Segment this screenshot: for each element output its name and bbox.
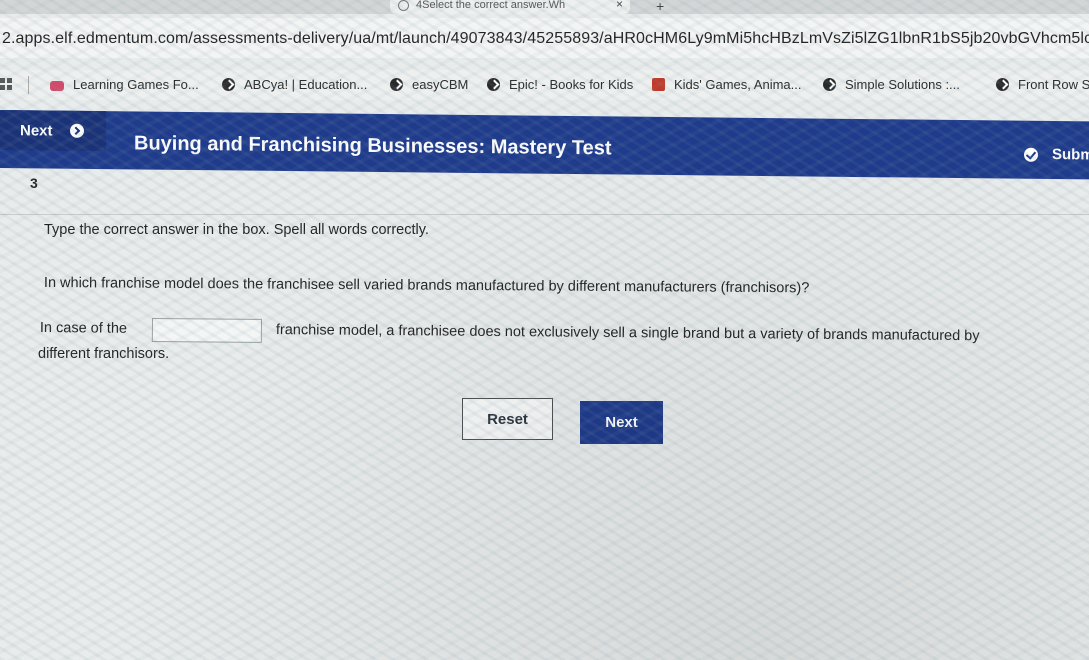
question-number-bar: 3 <box>0 168 1089 215</box>
answer-text-before: In case of the <box>39 320 128 337</box>
bookmark-easycbm[interactable]: easyCBM <box>390 75 468 95</box>
answer-input[interactable] <box>151 317 263 343</box>
bookmark-label: Epic! - Books for Kids <box>509 77 634 92</box>
check-circle-icon <box>1024 147 1038 162</box>
new-tab-icon[interactable]: + <box>656 0 664 14</box>
browser-tab[interactable]: 4Select the correct answer.Wh × <box>390 0 630 14</box>
bookmark-label: Simple Solutions :... <box>845 77 960 92</box>
header-next-label: Next <box>20 122 53 140</box>
bookmark-icon <box>652 78 665 91</box>
game-icon <box>50 81 64 91</box>
arrow-right-icon <box>70 123 84 138</box>
globe-icon <box>996 78 1009 91</box>
bookmark-kids-games[interactable]: Kids' Games, Anima... <box>652 75 801 95</box>
apps-grid-icon[interactable] <box>0 78 14 92</box>
globe-icon <box>823 78 836 91</box>
answer-text-continued: different franchisors. <box>38 346 170 362</box>
close-tab-icon[interactable]: × <box>616 0 623 10</box>
bookmark-label: ABCya! | Education... <box>244 77 368 92</box>
header-next-button[interactable]: Next <box>0 110 106 152</box>
browser-tab-strip: 4Select the correct answer.Wh × + <box>0 0 1089 14</box>
page-title: Buying and Franchising Businesses: Maste… <box>134 132 612 160</box>
bookmark-simple-solutions[interactable]: Simple Solutions :... <box>823 75 960 95</box>
bookmark-front-row[interactable]: Front Row S <box>996 75 1089 95</box>
bookmark-epic[interactable]: Epic! - Books for Kids <box>487 75 633 95</box>
google-icon <box>398 0 409 11</box>
browser-tab-title: 4Select the correct answer.Wh <box>416 0 566 10</box>
bookmark-learning-games[interactable]: Learning Games Fo... <box>50 75 199 95</box>
globe-icon <box>390 78 403 91</box>
bookmark-label: Learning Games Fo... <box>73 77 199 92</box>
url-text[interactable]: 2.apps.elf.edmentum.com/assessments-deli… <box>2 30 1089 48</box>
answer-sentence: In case of the franchise model, a franch… <box>39 317 980 344</box>
question-number: 3 <box>30 175 38 191</box>
bookmark-label: Front Row S <box>1018 77 1089 92</box>
bookmarks-bar: Learning Games Fo... ABCya! | Education.… <box>0 70 1089 100</box>
submit-label: Subm <box>1052 146 1089 164</box>
next-button[interactable]: Next <box>580 401 663 444</box>
bookmark-label: easyCBM <box>412 77 469 92</box>
bookmark-label: Kids' Games, Anima... <box>674 77 802 92</box>
question-instruction: Type the correct answer in the box. Spel… <box>44 222 429 238</box>
globe-icon <box>222 78 235 91</box>
question-prompt: In which franchise model does the franch… <box>43 275 810 297</box>
address-bar[interactable]: 2.apps.elf.edmentum.com/assessments-deli… <box>0 18 1089 58</box>
bookmarks-divider <box>28 76 29 94</box>
globe-icon <box>487 78 500 91</box>
reset-button[interactable]: Reset <box>462 398 553 440</box>
answer-text-after: franchise model, a franchisee does not e… <box>275 322 980 345</box>
bookmark-abcya[interactable]: ABCya! | Education... <box>222 75 367 95</box>
